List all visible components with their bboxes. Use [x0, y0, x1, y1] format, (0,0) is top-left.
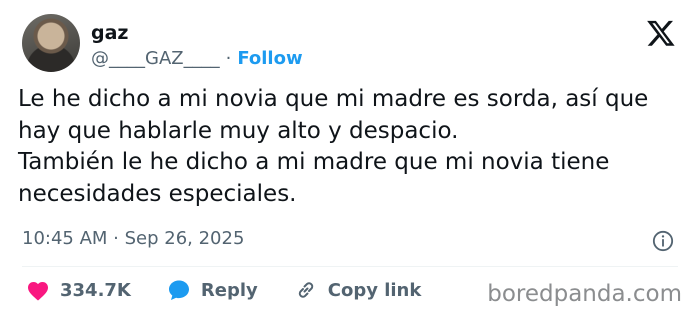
author-handle[interactable]: @____GAZ____ — [91, 48, 220, 69]
link-icon — [298, 282, 313, 298]
x-logo-icon[interactable] — [645, 18, 677, 48]
heart-icon — [28, 282, 48, 301]
copy-link-label: Copy link — [327, 279, 422, 301]
tweet-line: Le he dicho a mi novia que mi madre es s… — [18, 86, 649, 112]
avatar[interactable] — [22, 14, 80, 72]
like-button[interactable]: 334.7K — [26, 279, 131, 301]
reply-bubble-icon — [168, 280, 189, 300]
divider — [22, 266, 678, 267]
reply-button[interactable]: Reply — [167, 278, 258, 302]
handle-separator: · — [225, 48, 232, 69]
watermark: boredpanda.com — [487, 281, 682, 307]
tweet-line: necesidades especiales. — [18, 180, 297, 207]
like-count: 334.7K — [60, 279, 131, 301]
tweet-line: hay que hablarle muy alto y despacio. — [18, 117, 459, 144]
action-bar: 334.7K Reply Copy link — [26, 278, 457, 302]
info-icon[interactable] — [652, 230, 674, 252]
author-handle-row: @____GAZ____ · Follow — [91, 48, 303, 69]
tweet-timestamp[interactable]: 10:45 AM · Sep 26, 2025 — [22, 228, 244, 249]
reply-label: Reply — [200, 279, 258, 301]
follow-button[interactable]: Follow — [237, 48, 302, 69]
tweet-line: También le he dicho a mi madre que mi no… — [18, 149, 610, 175]
tweet-text: Le he dicho a mi novia que mi madre es s… — [18, 84, 688, 210]
copy-link-button[interactable]: Copy link — [294, 278, 422, 302]
author-name[interactable]: gaz — [91, 22, 128, 44]
